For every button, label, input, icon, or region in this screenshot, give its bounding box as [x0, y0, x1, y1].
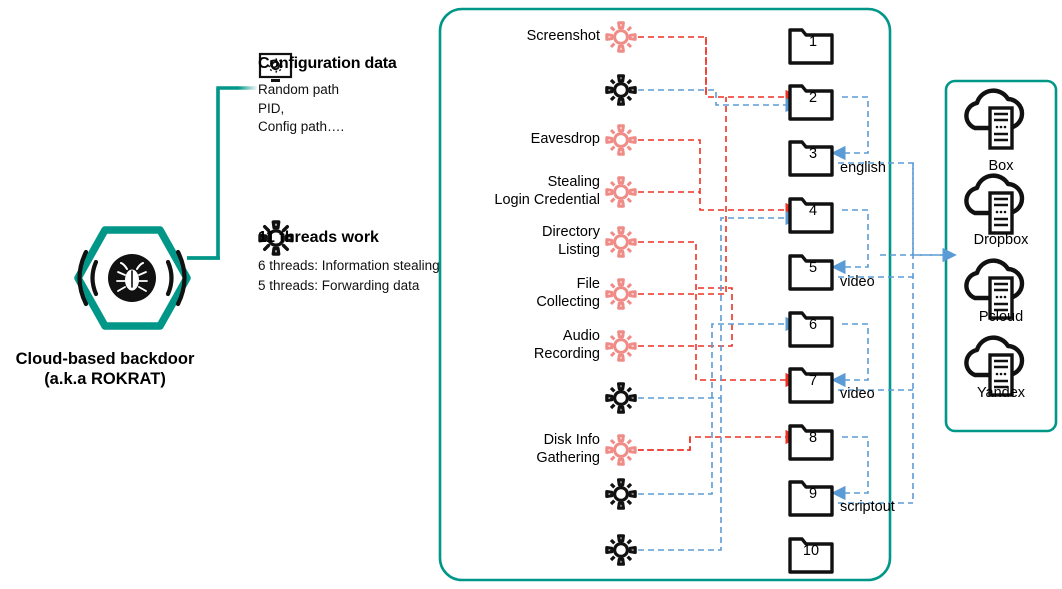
thread-gear-3: [605, 176, 637, 208]
folder-number-7: 7: [808, 373, 818, 389]
thread-label-3: Stealing Login Credential: [494, 174, 600, 208]
cloud-server-icon-0: [964, 88, 1025, 150]
config-line-1: PID,: [258, 100, 285, 116]
thread-label-8: Disk Info Gathering: [536, 432, 600, 466]
thread-label-4: Directory Listing: [541, 224, 600, 258]
configuration-data-block: Configuration data Random path PID, Conf…: [258, 48, 438, 137]
cloud-label-dropbox: Dropbox: [973, 232, 1029, 248]
thread-gear-0: [605, 21, 637, 53]
thread-label-6: Audio Recording: [533, 328, 600, 362]
thread-gear-5: [605, 278, 637, 310]
folder-tag-5: video: [840, 274, 875, 290]
folder-number-3: 3: [808, 146, 818, 162]
folder-number-5: 5: [808, 260, 818, 276]
thread-gear-1: [605, 74, 637, 106]
cloud-server-icon-1: [964, 173, 1025, 235]
thread-gear-6: [605, 330, 637, 362]
backdoor-caption-line1: Cloud-based backdoor: [15, 350, 195, 368]
thread-gears: [605, 21, 637, 566]
folder-number-2: 2: [808, 90, 818, 106]
folder-number-6: 6: [808, 317, 818, 333]
cloud-label-box: Box: [988, 158, 1014, 174]
thread-gear-10: [605, 534, 637, 566]
cloud-label-yandex: Yandex: [976, 385, 1026, 401]
bug-signal-hexagon-icon: [74, 226, 191, 330]
cloud-label-pcloud: Pcloud: [978, 309, 1024, 325]
thread-gear-8: [605, 434, 637, 466]
thread-gear-2: [605, 124, 637, 156]
configuration-data-lines: Random path PID, Config path….: [258, 81, 438, 137]
folder-tag-3: english: [840, 160, 886, 176]
folder-tag-7: video: [840, 386, 875, 402]
thread-label-5: File Collecting: [536, 276, 600, 310]
thread-gear-7: [605, 382, 637, 414]
folder-number-1: 1: [808, 34, 818, 50]
folder-number-10: 10: [802, 543, 820, 559]
folder-number-4: 4: [808, 203, 818, 219]
configuration-data-title: Configuration data: [258, 55, 397, 72]
backdoor-caption-line2: (a.k.a ROKRAT): [44, 370, 166, 388]
folder-tag-9: scriptout: [840, 499, 895, 515]
thread-gear-9: [605, 478, 637, 510]
stealing-flows: [638, 36, 800, 451]
folder-number-8: 8: [808, 430, 818, 446]
thread-label-2: Eavesdrop: [530, 131, 600, 147]
thread-label-0: Screenshot: [526, 28, 600, 44]
teal-connector-lines: [187, 86, 258, 280]
folder-number-9: 9: [808, 486, 818, 502]
backdoor-caption: Cloud-based backdoor (a.k.a ROKRAT): [0, 349, 210, 389]
config-line-0: Random path: [258, 82, 340, 97]
thread-gear-4: [605, 226, 637, 258]
